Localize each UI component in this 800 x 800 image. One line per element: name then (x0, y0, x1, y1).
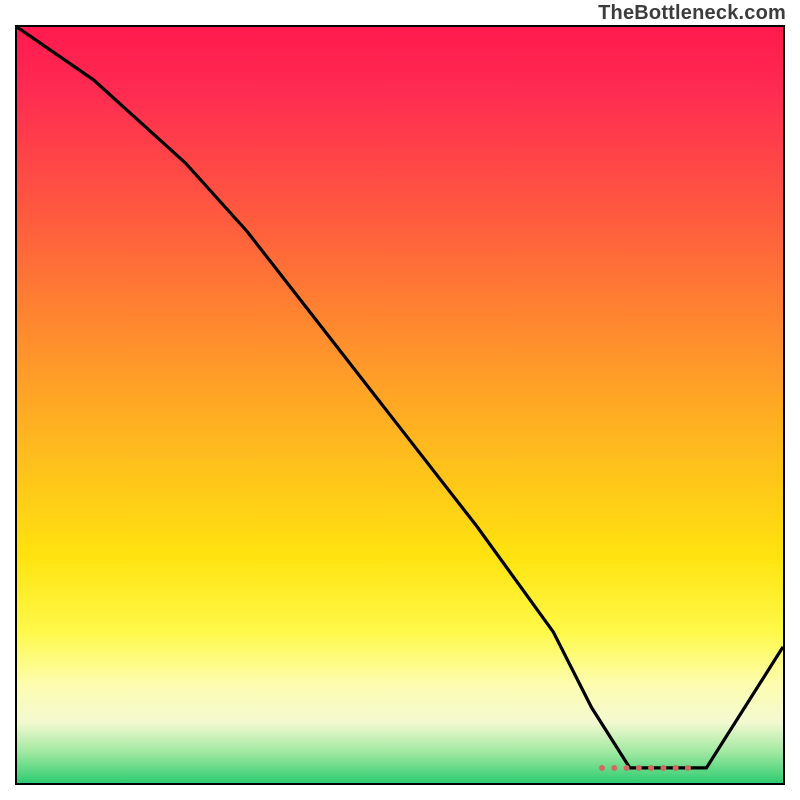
plot-area (15, 25, 785, 785)
chart-container: TheBottleneck.com (0, 0, 800, 800)
watermark-text: TheBottleneck.com (598, 2, 786, 25)
line-series (17, 27, 783, 783)
highlight-segment (599, 765, 691, 771)
black-curve-path (17, 27, 783, 768)
